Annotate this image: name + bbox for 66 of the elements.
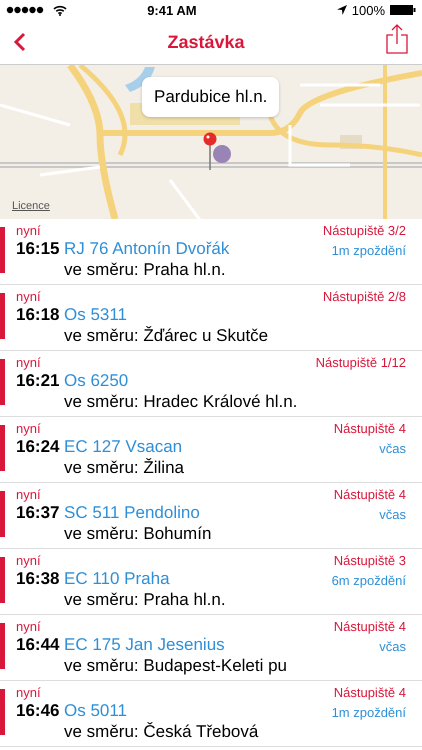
departure-when: nyní — [16, 553, 42, 568]
departure-when: nyní — [16, 619, 42, 634]
delay-status: 1m zpoždění — [332, 243, 406, 258]
departure-when: nyní — [16, 355, 42, 370]
platform-label: Nástupiště 2/8 — [322, 289, 406, 304]
train-direction: ve směru: Praha hl.n. — [63, 589, 227, 611]
train-direction: ve směru: Žďárec u Skutče — [63, 325, 270, 347]
train-direction: ve směru: Budapest-Keleti pu — [63, 655, 288, 677]
platform-label: Nástupiště 1/12 — [316, 355, 406, 370]
train-name[interactable]: EC 175 Jan Jesenius — [64, 634, 225, 655]
delay-status: včas — [379, 639, 406, 654]
train-name[interactable]: EC 127 Vsacan — [64, 436, 182, 457]
departure-when: nyní — [16, 685, 42, 700]
train-name[interactable]: SC 511 Pendolino — [64, 502, 200, 523]
departure-time: 16:46 — [16, 700, 59, 721]
delay-status: 1m zpoždění — [332, 705, 406, 720]
train-direction: ve směru: Hradec Králové hl.n. — [63, 391, 298, 413]
share-icon[interactable] — [386, 24, 408, 54]
map-pin-icon — [203, 132, 217, 170]
departure-marker — [0, 491, 5, 537]
departure-when: nyní — [16, 421, 42, 436]
train-name[interactable]: RJ 76 Antonín Dvořák — [64, 238, 230, 259]
screen-title: Zastávka — [167, 32, 245, 52]
back-icon[interactable] — [14, 32, 26, 52]
departure-marker — [0, 293, 5, 339]
departure-time: 16:24 — [16, 436, 59, 457]
departure-when: nyní — [16, 487, 42, 502]
departure-marker — [0, 359, 5, 405]
train-direction: ve směru: Praha hl.n. — [63, 259, 227, 281]
departure-marker — [0, 227, 5, 273]
departure-time: 16:21 — [16, 370, 59, 391]
train-direction: ve směru: Česká Třebová — [63, 721, 260, 743]
departure-marker — [0, 425, 5, 471]
train-name[interactable]: Os 5011 — [64, 700, 128, 721]
train-name[interactable]: Os 6250 — [64, 370, 128, 391]
platform-label: Nástupiště 4 — [334, 685, 406, 700]
delay-status: 6m zpoždění — [332, 573, 406, 588]
battery-icon — [390, 5, 416, 15]
departure-when: nyní — [16, 289, 42, 304]
signal-icon — [6, 6, 46, 14]
wifi-icon — [53, 4, 67, 16]
licence-link[interactable]: Licence — [12, 200, 50, 212]
departure-time: 16:15 — [16, 238, 59, 259]
location-icon — [336, 5, 347, 15]
platform-label: Nástupiště 4 — [334, 487, 406, 502]
platform-label: Nástupiště 3/2 — [322, 223, 406, 238]
platform-label: Nástupiště 3 — [334, 553, 406, 568]
departure-time: 16:37 — [16, 502, 59, 523]
departure-when: nyní — [16, 223, 42, 238]
train-direction: ve směru: Bohumín — [63, 523, 212, 545]
delay-status: včas — [379, 441, 406, 456]
delay-status: včas — [379, 507, 406, 522]
departure-time: 16:44 — [16, 634, 59, 655]
station-callout[interactable]: Pardubice hl.n. — [142, 77, 280, 117]
departure-marker — [0, 623, 5, 669]
platform-label: Nástupiště 4 — [334, 619, 406, 634]
train-name[interactable]: Os 5311 — [64, 304, 128, 325]
clock-time: 9:41 AM — [146, 2, 198, 18]
platform-label: Nástupiště 4 — [334, 421, 406, 436]
train-direction: ve směru: Žilina — [63, 457, 185, 479]
departure-time: 16:38 — [16, 568, 59, 589]
train-name[interactable]: EC 110 Praha — [64, 568, 170, 589]
departure-marker — [0, 557, 5, 603]
departure-time: 16:18 — [16, 304, 59, 325]
battery-percent: 100% — [352, 2, 385, 18]
departure-marker — [0, 689, 5, 735]
